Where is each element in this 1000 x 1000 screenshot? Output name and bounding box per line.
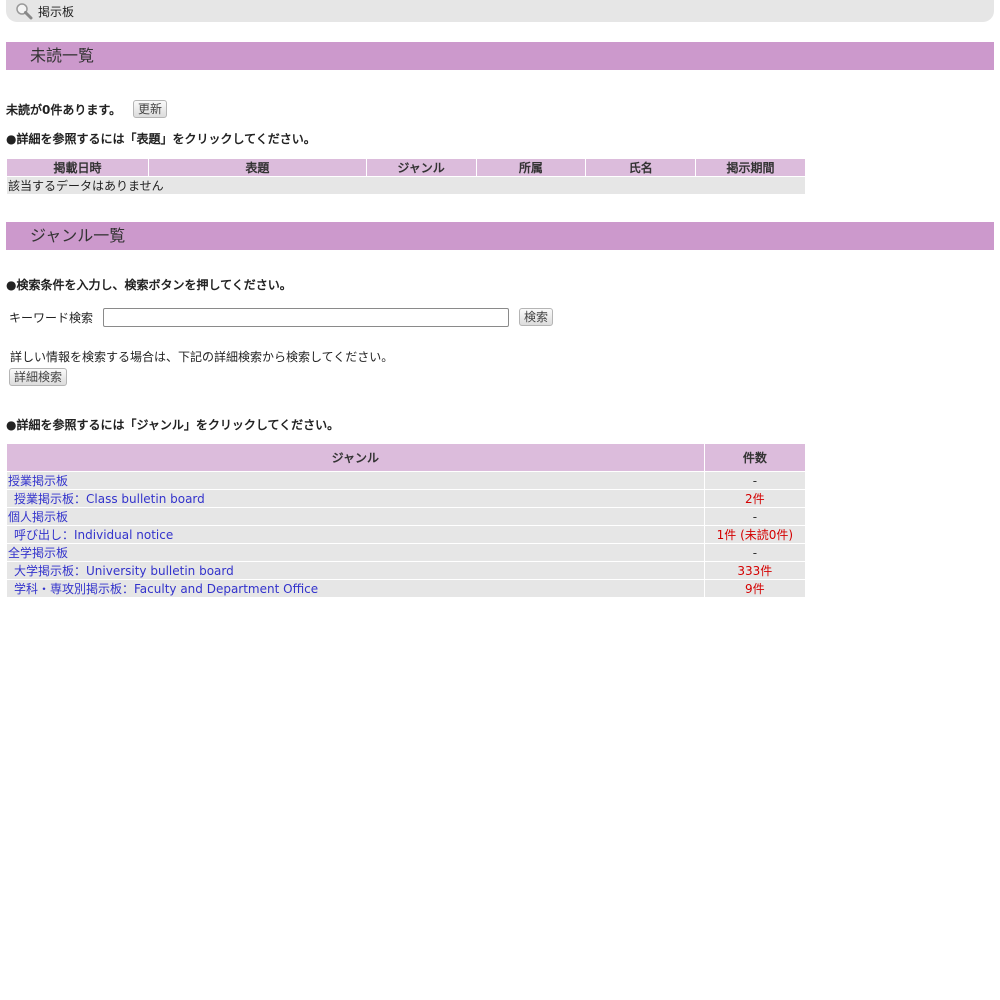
col-count: 件数 <box>704 444 805 471</box>
genre-table-instruction: ●詳細を参照するには「ジャンル」をクリックしてください。 <box>6 418 340 432</box>
refresh-button[interactable]: 更新 <box>133 100 168 118</box>
search-button[interactable]: 検索 <box>519 308 554 326</box>
col-posted-date: 掲載日時 <box>7 159 149 176</box>
col-period: 掲示期間 <box>696 159 805 176</box>
genre-link-individual-notice[interactable]: 呼び出し：Individual notice <box>14 528 173 542</box>
genre-count: 9件 <box>704 580 805 597</box>
table-row: 学科・専攻別掲示板：Faculty and Department Office … <box>7 580 805 597</box>
genre-count: - <box>704 472 805 489</box>
col-affiliation: 所属 <box>476 159 586 176</box>
keyword-search-input[interactable] <box>103 308 509 327</box>
keyword-label: キーワード検索 <box>9 311 94 325</box>
col-title: 表題 <box>149 159 366 176</box>
genre-link-personal-board[interactable]: 個人掲示板 <box>8 510 68 524</box>
genre-link-campus-board[interactable]: 全学掲示板 <box>8 546 68 560</box>
genre-count: - <box>704 544 805 561</box>
genre-table-header: ジャンル 件数 <box>7 444 805 471</box>
table-row: 呼び出し：Individual notice 1件 (未読0件) <box>7 526 805 543</box>
unread-table-header: 掲載日時 表題 ジャンル 所属 氏名 掲示期間 <box>7 159 805 176</box>
table-row: 授業掲示板：Class bulletin board 2件 <box>7 490 805 507</box>
genre-count: 2件 <box>704 490 805 507</box>
genre-count: - <box>704 508 805 525</box>
genre-count: 1件 (未読0件) <box>704 526 805 543</box>
unread-table: 掲載日時 表題 ジャンル 所属 氏名 掲示期間 該当するデータはありません <box>6 158 806 195</box>
page-title: 掲示板 <box>38 5 75 19</box>
table-row: 大学掲示板：University bulletin board 333件 <box>7 562 805 579</box>
table-row: 全学掲示板 - <box>7 544 805 561</box>
genre-link-university-bulletin[interactable]: 大学掲示板：University bulletin board <box>14 564 234 578</box>
search-icon <box>16 3 33 20</box>
genre-section-heading: ジャンル一覧 <box>6 222 994 250</box>
genre-link-faculty-department[interactable]: 学科・専攻別掲示板：Faculty and Department Office <box>14 582 318 596</box>
table-row: 個人掲示板 - <box>7 508 805 525</box>
col-genre: ジャンル <box>366 159 476 176</box>
genre-link-class-board[interactable]: 授業掲示板 <box>8 474 68 488</box>
genre-count: 333件 <box>704 562 805 579</box>
unread-section-heading: 未読一覧 <box>6 42 994 70</box>
col-name: 氏名 <box>586 159 696 176</box>
unread-instruction: ●詳細を参照するには「表題」をクリックしてください。 <box>6 132 316 146</box>
table-row: 授業掲示板 - <box>7 472 805 489</box>
genre-link-class-bulletin[interactable]: 授業掲示板：Class bulletin board <box>14 492 205 506</box>
unread-count-text: 未読が0件あります。 <box>6 103 122 117</box>
table-row: 該当するデータはありません <box>7 177 805 194</box>
detail-search-hint: 詳しい情報を検索する場合は、下記の詳細検索から検索してください。 <box>10 350 394 364</box>
col-genre-name: ジャンル <box>7 444 704 471</box>
genre-table: ジャンル 件数 授業掲示板 - 授業掲示板：Class bulletin boa… <box>6 443 806 598</box>
empty-message: 該当するデータはありません <box>7 177 805 194</box>
search-instruction: ●検索条件を入力し、検索ボタンを押してください。 <box>6 278 292 292</box>
detail-search-button[interactable]: 詳細検索 <box>9 368 68 386</box>
top-bar: 掲示板 <box>6 0 994 22</box>
